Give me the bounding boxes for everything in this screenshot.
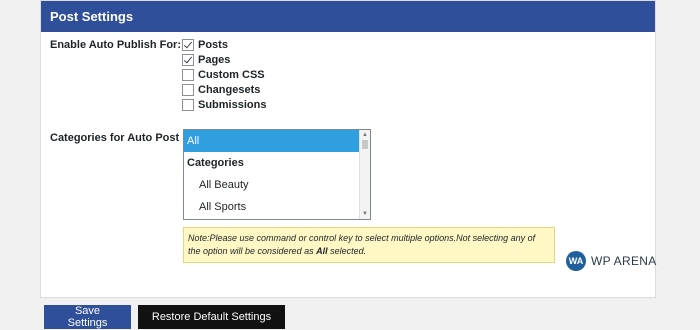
pages-checkbox[interactable] (182, 53, 194, 66)
pages-label: Pages (198, 53, 231, 66)
checkbox-row-pages[interactable]: Pages (182, 52, 266, 67)
categories-label: Categories for Auto Post (50, 132, 180, 144)
scroll-up-icon[interactable]: ▲ (362, 132, 368, 138)
wp-arena-logo-icon: WA (566, 251, 586, 271)
changesets-checkbox[interactable] (182, 83, 194, 96)
posts-label: Posts (198, 38, 228, 51)
scroll-down-icon[interactable]: ▼ (362, 211, 368, 217)
post-settings-panel: Post Settings Enable Auto Publish For: P… (40, 0, 656, 298)
check-icon (183, 39, 193, 48)
panel-title: Post Settings (41, 1, 655, 32)
submissions-label: Submissions (198, 98, 267, 111)
category-option-all[interactable]: All (184, 130, 359, 152)
listbox-scrollbar[interactable]: ▲ ▼ (359, 130, 370, 219)
category-option-all-sports[interactable]: All Sports (184, 196, 370, 218)
category-option-all-beauty[interactable]: All Beauty (184, 174, 370, 196)
selection-note: Note:Please use command or control key t… (183, 227, 555, 263)
save-settings-button[interactable]: Save Settings (44, 305, 131, 329)
scroll-thumb[interactable] (362, 140, 368, 149)
wp-arena-text: WP ARENA (591, 254, 657, 268)
category-group-categories: Categories (187, 157, 244, 169)
submissions-checkbox[interactable] (182, 98, 194, 111)
categories-multiselect[interactable]: All Categories All Beauty All Sports ▲ ▼ (183, 129, 371, 220)
checkbox-row-submissions[interactable]: Submissions (182, 97, 266, 112)
wp-arena-watermark: WA WP ARENA (566, 251, 657, 271)
auto-publish-checkbox-list: Posts Pages Custom CSS Changesets Submis… (182, 37, 266, 112)
check-icon (183, 54, 193, 63)
changesets-label: Changesets (198, 83, 261, 96)
auto-publish-label: Enable Auto Publish For: (50, 39, 181, 51)
note-bold: All (316, 246, 328, 256)
checkbox-row-changesets[interactable]: Changesets (182, 82, 266, 97)
checkbox-row-custom-css[interactable]: Custom CSS (182, 67, 266, 82)
restore-default-settings-button[interactable]: Restore Default Settings (138, 305, 285, 329)
posts-checkbox[interactable] (182, 38, 194, 51)
custom-css-label: Custom CSS (198, 68, 265, 81)
checkbox-row-posts[interactable]: Posts (182, 37, 266, 52)
note-text-end: selected. (327, 246, 367, 256)
custom-css-checkbox[interactable] (182, 68, 194, 81)
